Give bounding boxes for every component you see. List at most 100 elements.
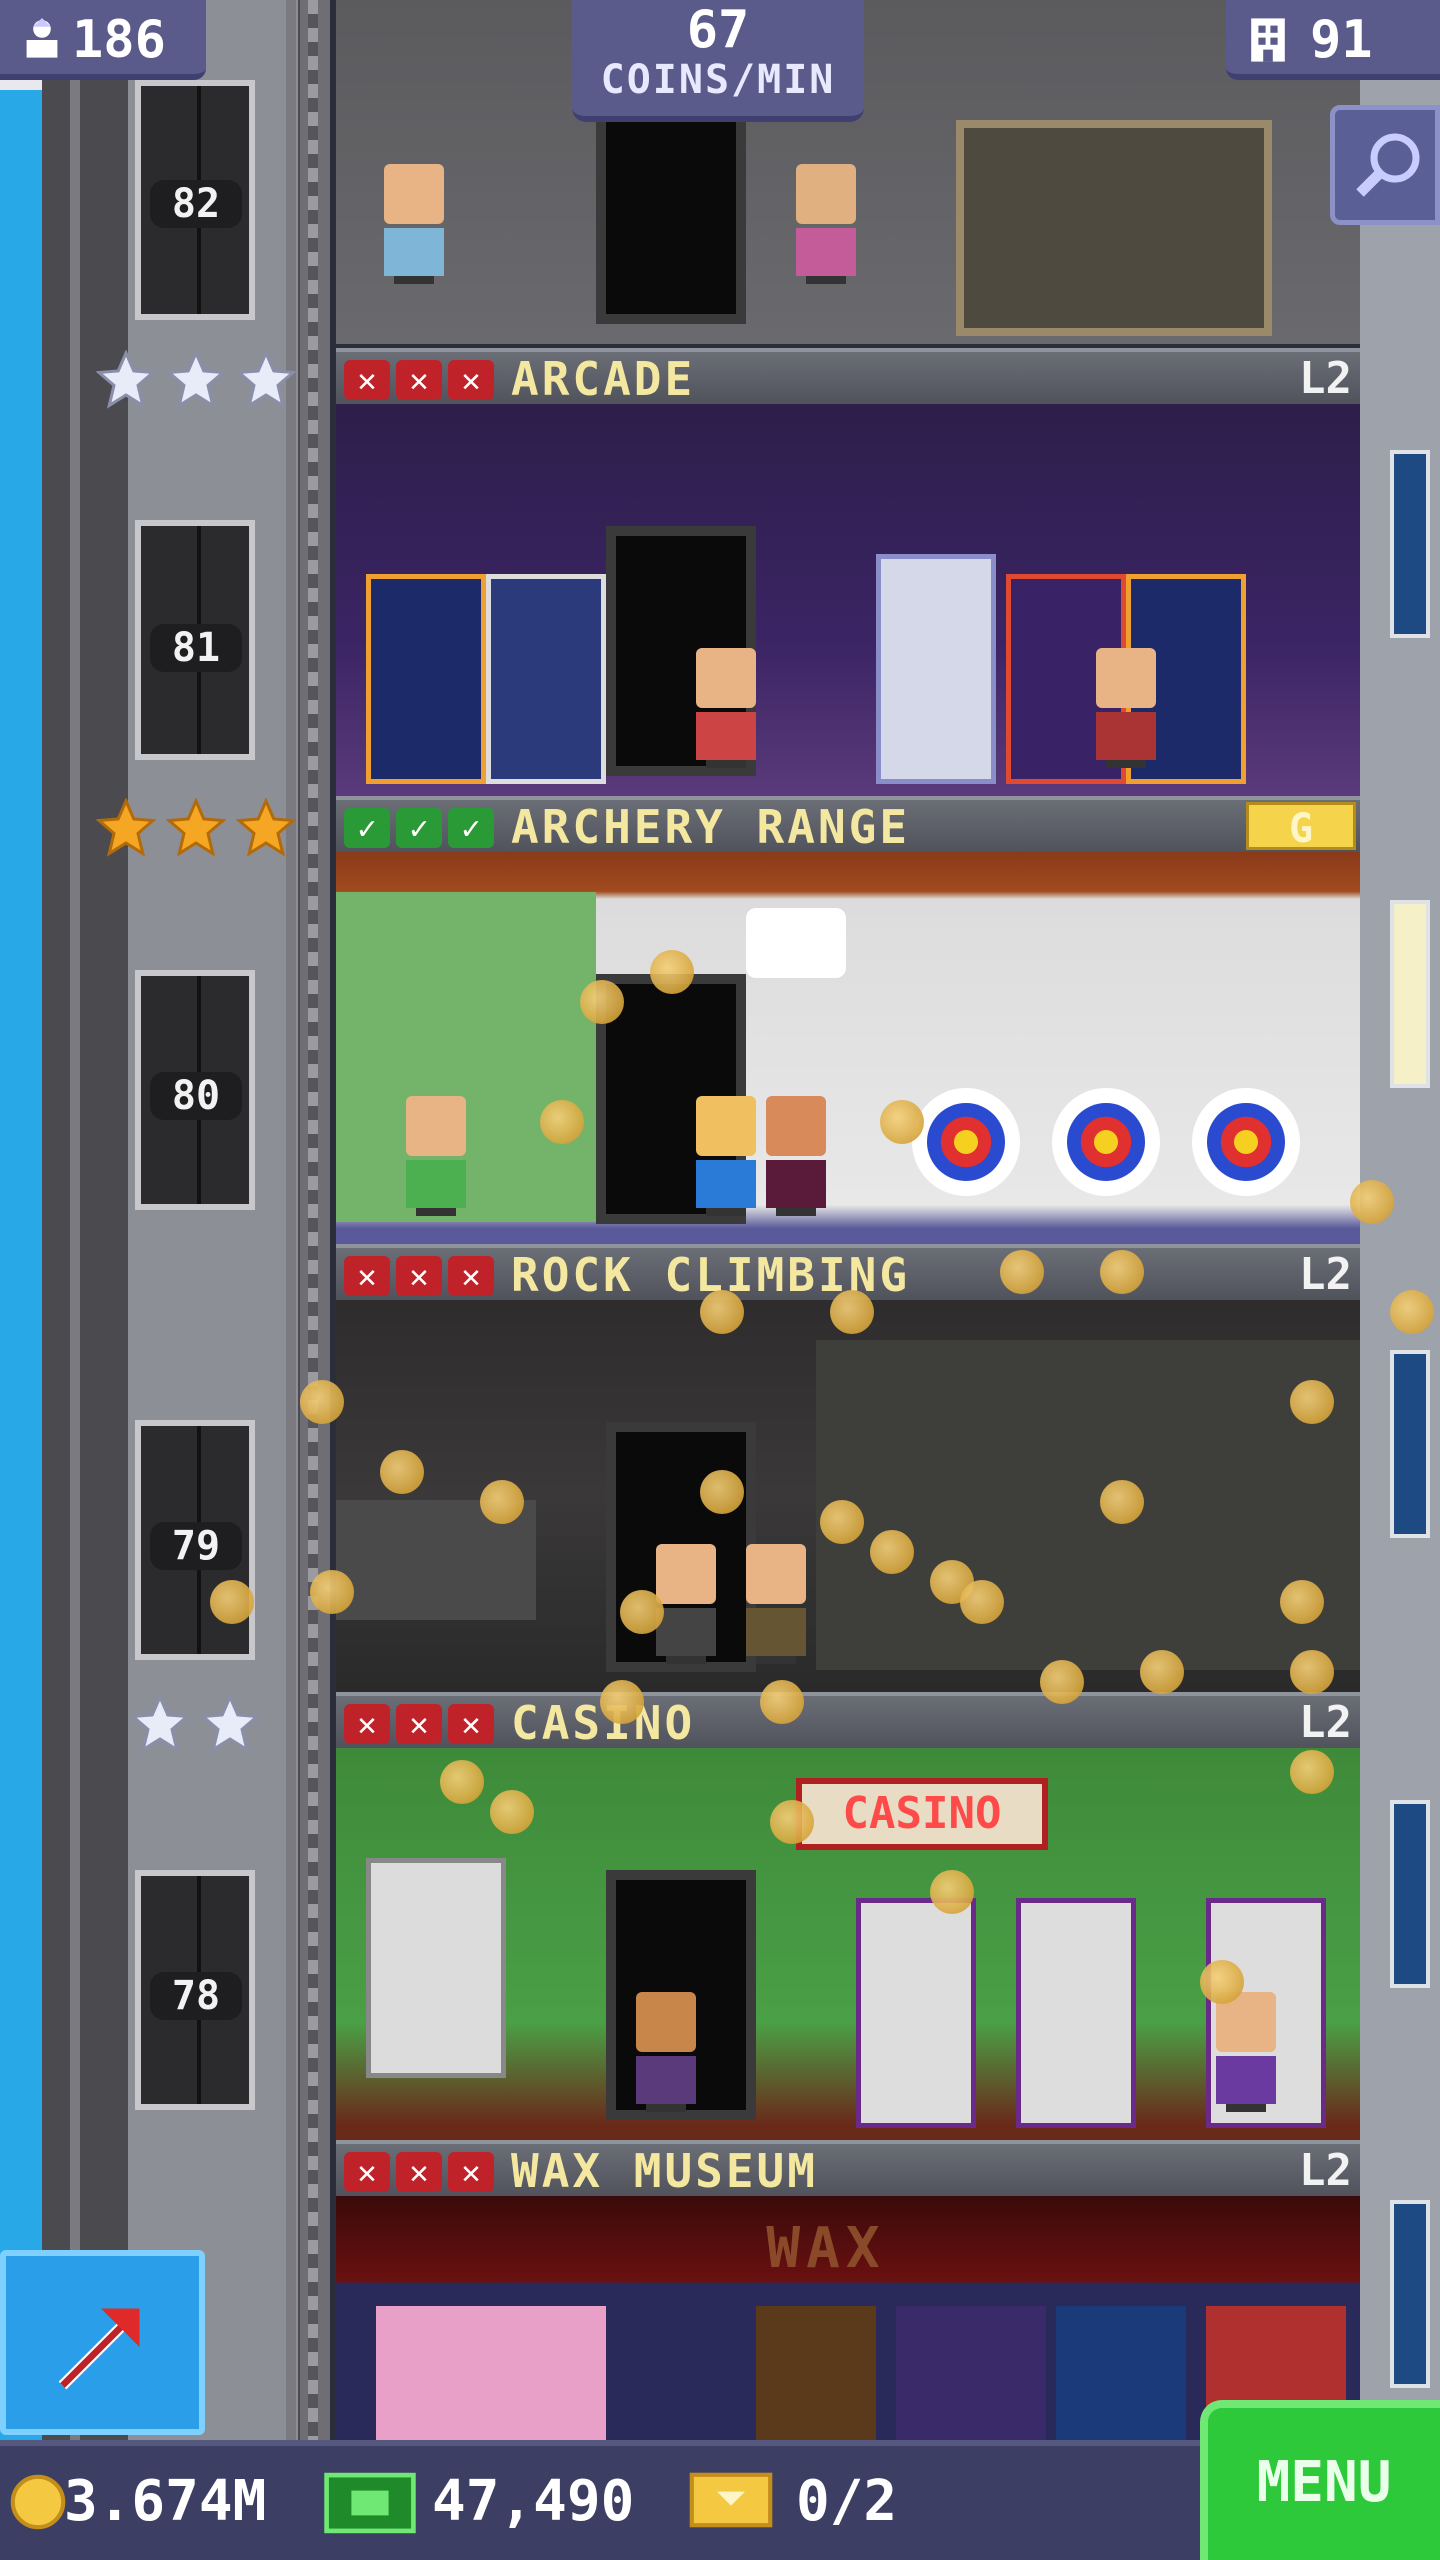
window [1390, 2200, 1430, 2388]
bow-rack-wall [336, 892, 596, 1222]
person[interactable] [696, 1096, 756, 1216]
coins-per-min-label: COINS/MIN [600, 57, 836, 103]
floor-arcade[interactable]: ✕ ✕ ✕ ARCADE L2 [336, 348, 1360, 796]
coin-icon[interactable] [580, 980, 624, 1024]
coin-icon[interactable] [830, 1290, 874, 1334]
shaft-rail-left [70, 0, 80, 2440]
arcade-machine [486, 574, 606, 784]
wax-museum-room: WAX [336, 2196, 1360, 2440]
floor-archery-range[interactable]: ✓ ✓ ✓ ARCHERY RANGE G [336, 796, 1360, 1244]
coin-icon[interactable] [700, 1290, 744, 1334]
floor-number-80: 80 [150, 1072, 242, 1120]
arrow-up-right-icon [58, 2308, 140, 2390]
coin-icon[interactable] [1290, 1380, 1334, 1424]
person[interactable] [406, 1096, 466, 1216]
floor-name: ARCHERY RANGE [511, 800, 911, 854]
coin-icon[interactable] [540, 1100, 584, 1144]
silver-star-icon [130, 1694, 190, 1753]
floor-level: L2 [1299, 2145, 1352, 2196]
cashier-window [366, 1858, 506, 2078]
coin-icon[interactable] [1290, 1750, 1334, 1794]
check-mark-icon: ✓ [396, 808, 442, 848]
fail-mark-icon: ✕ [344, 360, 390, 400]
coin-icon[interactable] [600, 1680, 644, 1724]
zoom-button[interactable] [1330, 105, 1440, 225]
coin-icon[interactable] [1000, 1250, 1044, 1294]
exhibit-panel [756, 2306, 876, 2440]
person[interactable] [384, 164, 444, 284]
coins-per-min-panel[interactable]: 67 COINS/MIN [572, 0, 864, 122]
mission-status: ✕ ✕ ✕ [344, 1704, 494, 1744]
coin-icon[interactable] [870, 1530, 914, 1574]
floor-header[interactable]: ✓ ✓ ✓ ARCHERY RANGE G [336, 796, 1360, 852]
bux-bill-icon [324, 2472, 416, 2534]
floor-level: L2 [1299, 1249, 1352, 1300]
coin-icon[interactable] [930, 1870, 974, 1914]
coin-icon[interactable] [650, 950, 694, 994]
coin-icon[interactable] [300, 1380, 344, 1424]
coin-icon[interactable] [440, 1760, 484, 1804]
person[interactable] [766, 1096, 826, 1216]
floor-name: ARCADE [511, 352, 696, 406]
coin-icon[interactable] [820, 1500, 864, 1544]
floor-header[interactable]: ✕ ✕ ✕ WAX MUSEUM L2 [336, 2140, 1360, 2196]
coin-icon[interactable] [1290, 1650, 1334, 1694]
floors-counter[interactable]: 91 [1226, 0, 1440, 80]
arcade-room [336, 404, 1360, 796]
climbing-wall [816, 1340, 1360, 1670]
coin-icon[interactable] [210, 1580, 254, 1624]
fail-mark-icon: ✕ [396, 360, 442, 400]
coins-per-min-value: 67 [686, 0, 750, 60]
floor-casino[interactable]: ✕ ✕ ✕ CASINO L2 CASINO [336, 1692, 1360, 2140]
bux-value: 47,490 [432, 2469, 635, 2534]
gold-star-icon [96, 798, 156, 857]
game-screen[interactable]: 82 81 80 79 78 ✕ ✕ ✕ ARCADE L2 ✓ ✓ ✓ ARC… [0, 0, 1440, 2560]
silver-star-icon [236, 350, 296, 409]
coin-icon[interactable] [480, 1480, 524, 1524]
check-mark-icon: ✓ [448, 808, 494, 848]
coin-icon[interactable] [770, 1800, 814, 1844]
jump-to-elevator-button[interactable] [0, 2250, 205, 2435]
coin-icon[interactable] [380, 1450, 424, 1494]
claw-machine [876, 554, 996, 784]
coin-icon[interactable] [1100, 1480, 1144, 1524]
coin-icon[interactable] [1040, 1660, 1084, 1704]
floor-header[interactable]: ✕ ✕ ✕ CASINO L2 [336, 1692, 1360, 1748]
fail-mark-icon: ✕ [448, 1704, 494, 1744]
coin-icon[interactable] [490, 1790, 534, 1834]
coin-icon[interactable] [1280, 1580, 1324, 1624]
person[interactable] [696, 648, 756, 768]
coin-icon[interactable] [700, 1470, 744, 1514]
person[interactable] [1216, 1992, 1276, 2112]
menu-button[interactable]: MENU [1200, 2400, 1440, 2560]
coin-icon[interactable] [880, 1100, 924, 1144]
coin-icon[interactable] [310, 1570, 354, 1614]
coin-icon[interactable] [760, 1680, 804, 1724]
coin-icon[interactable] [1100, 1250, 1144, 1294]
mission-status: ✕ ✕ ✕ [344, 1256, 494, 1296]
person[interactable] [656, 1544, 716, 1664]
silver-star-icon [200, 1694, 260, 1753]
person[interactable] [1096, 648, 1156, 768]
coin-icon[interactable] [1390, 1290, 1434, 1334]
floor-level: L2 [1299, 1697, 1352, 1748]
fail-mark-icon: ✕ [448, 360, 494, 400]
coin-icon[interactable] [1200, 1960, 1244, 2004]
person[interactable] [636, 1992, 696, 2112]
coin-icon[interactable] [620, 1590, 664, 1634]
person[interactable] [746, 1544, 806, 1664]
person[interactable] [796, 164, 856, 284]
coin-icon[interactable] [960, 1580, 1004, 1624]
floor-wax-museum[interactable]: ✕ ✕ ✕ WAX MUSEUM L2 WAX [336, 2140, 1360, 2440]
population-counter[interactable]: 186 [0, 0, 206, 80]
exhibit-panel [1056, 2306, 1186, 2440]
floor-header[interactable]: ✕ ✕ ✕ ARCADE L2 [336, 348, 1360, 404]
floor-number-79: 79 [150, 1522, 242, 1570]
fail-mark-icon: ✕ [448, 1256, 494, 1296]
vip-ticket-icon [689, 2472, 773, 2528]
shelf [956, 120, 1272, 336]
fail-mark-icon: ✕ [396, 1704, 442, 1744]
gold-star-icon [236, 798, 296, 857]
coin-icon[interactable] [1350, 1180, 1394, 1224]
coin-icon[interactable] [1140, 1650, 1184, 1694]
